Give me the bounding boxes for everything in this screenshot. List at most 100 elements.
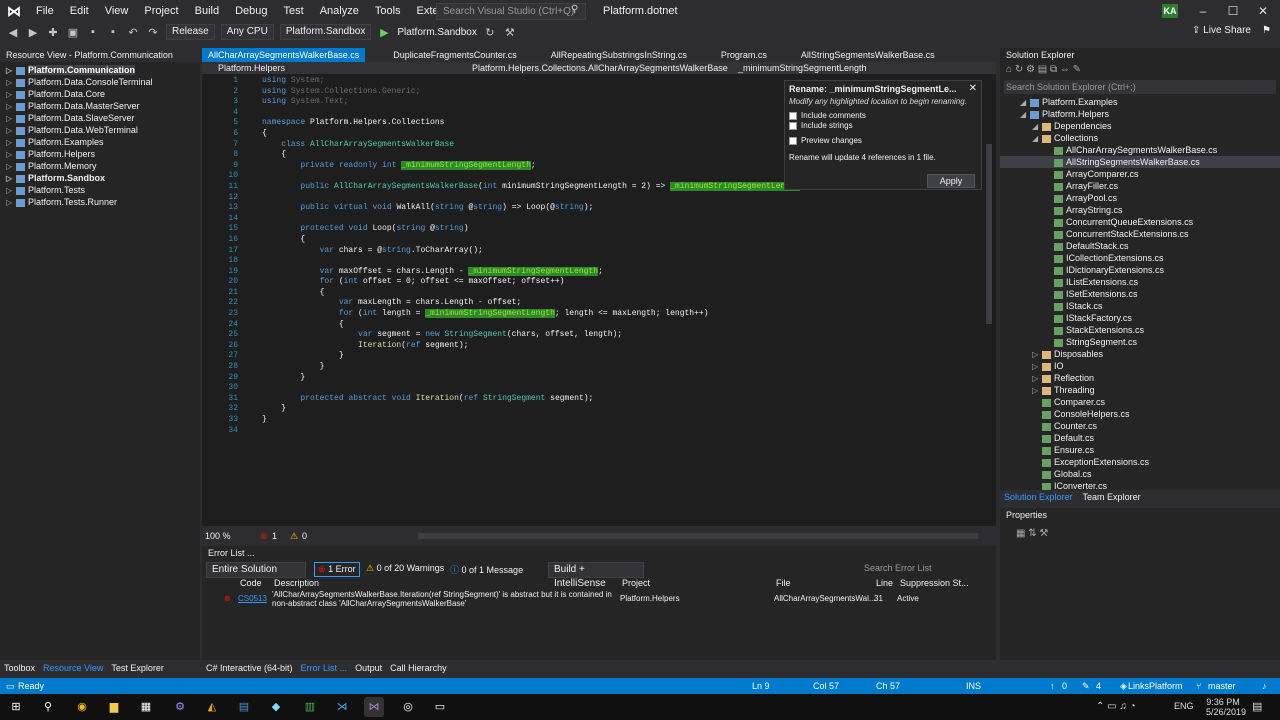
- code-text[interactable]: }: [238, 351, 344, 360]
- code-text[interactable]: var maxLength = chars.Length - offset;: [238, 298, 521, 307]
- resource-tree-item[interactable]: ▷ Platform.Data.MasterServer: [6, 100, 200, 112]
- column-header[interactable]: File: [776, 578, 791, 588]
- resource-tree-item[interactable]: ▷ Platform.Examples: [6, 136, 200, 148]
- code-line[interactable]: 33}: [202, 415, 996, 426]
- close-button[interactable]: ✕: [1248, 2, 1278, 20]
- live-share-button[interactable]: ⇪ Live Share: [1192, 25, 1251, 36]
- menu-item-file[interactable]: File: [28, 0, 62, 22]
- code-line[interactable]: 14: [202, 214, 996, 225]
- column-header[interactable]: Project: [622, 578, 650, 588]
- menu-item-tools[interactable]: Tools: [367, 0, 409, 22]
- solution-tree-item[interactable]: ◢ Collections: [1000, 132, 1280, 144]
- clock[interactable]: 9:36 PM 5/26/2019: [1206, 697, 1246, 717]
- run-button[interactable]: Platform.Sandbox: [397, 27, 477, 38]
- code-line[interactable]: 13 public virtual void WalkAll(string @s…: [202, 203, 996, 214]
- table-row[interactable]: ⊗ CS0513 'AllCharArraySegmentsWalkerBase…: [202, 590, 996, 614]
- code-line[interactable]: 16 {: [202, 235, 996, 246]
- code-text[interactable]: {: [238, 150, 286, 159]
- solution-tree-item[interactable]: ConsoleHelpers.cs: [1000, 408, 1280, 420]
- platform-dropdown[interactable]: Any CPU: [220, 24, 274, 40]
- branch-icon[interactable]: ⑂: [1196, 678, 1201, 694]
- code-text[interactable]: protected void Loop(string @string): [238, 224, 468, 233]
- column-header[interactable]: Line: [876, 578, 893, 588]
- code-text[interactable]: }: [238, 362, 325, 371]
- code-text[interactable]: }: [238, 404, 286, 413]
- maximize-button[interactable]: ☐: [1218, 2, 1248, 20]
- code-text[interactable]: var maxOffset = chars.Length - _minimumS…: [238, 266, 603, 276]
- column-header[interactable]: Description: [274, 578, 319, 588]
- code-text[interactable]: for (int offset = 0; offset <= maxOffset…: [238, 277, 565, 286]
- search-icon[interactable]: ⚲: [571, 4, 578, 15]
- solution-tree-item[interactable]: AllCharArraySegmentsWalkerBase.cs: [1000, 144, 1280, 156]
- code-text[interactable]: {: [238, 288, 325, 297]
- tab-resource-view[interactable]: Resource View: [43, 660, 103, 676]
- solution-tree-item[interactable]: ExceptionExtensions.cs: [1000, 456, 1280, 468]
- code-text[interactable]: using System;: [238, 76, 324, 85]
- checkbox[interactable]: [789, 111, 797, 120]
- zoom-level[interactable]: 100 %: [205, 530, 231, 542]
- solution-tree-item[interactable]: IDictionaryExtensions.cs: [1000, 264, 1280, 276]
- solution-tree-item[interactable]: DefaultStack.cs: [1000, 240, 1280, 252]
- status-repo[interactable]: LinksPlatform: [1128, 678, 1183, 694]
- messages-filter-button[interactable]: ⓘ 0 of 1 Message: [450, 563, 523, 576]
- resource-tree-item[interactable]: ▷ Platform.Tests.Runner: [6, 196, 200, 208]
- solution-tree-item[interactable]: ◢ Platform.Helpers: [1000, 108, 1280, 120]
- new-project-icon[interactable]: ✚: [46, 26, 60, 39]
- resource-tree-item[interactable]: ▷ Platform.Data.Core: [6, 88, 200, 100]
- code-text[interactable]: private readonly int _minimumStringSegme…: [238, 160, 536, 170]
- apply-button[interactable]: Apply: [927, 174, 975, 188]
- solution-tree-item[interactable]: IStack.cs: [1000, 300, 1280, 312]
- chrome-icon[interactable]: ◉: [72, 697, 92, 717]
- solution-tree-item[interactable]: StackExtensions.cs: [1000, 324, 1280, 336]
- code-line[interactable]: 30: [202, 383, 996, 394]
- checkbox[interactable]: [789, 121, 797, 130]
- tab-team-explorer[interactable]: Team Explorer: [1083, 492, 1141, 502]
- code-text[interactable]: class AllCharArraySegmentsWalkerBase: [238, 140, 454, 149]
- tab-allrepeatingsubstringsinstring-cs[interactable]: AllRepeatingSubstringsInString.cs: [545, 48, 693, 62]
- menu-item-view[interactable]: View: [97, 0, 137, 22]
- app-icon[interactable]: ◭: [202, 697, 222, 717]
- code-text[interactable]: public AllCharArraySegmentsWalkerBase(in…: [238, 181, 800, 191]
- tool-icon[interactable]: ⚒: [503, 26, 517, 39]
- code-line[interactable]: 27 }: [202, 351, 996, 362]
- solution-tree-item[interactable]: Default.cs: [1000, 432, 1280, 444]
- tab-toolbox[interactable]: Toolbox: [4, 660, 35, 676]
- solution-tree-item[interactable]: ArrayFiller.cs: [1000, 180, 1280, 192]
- code-text[interactable]: [238, 108, 262, 117]
- column-header[interactable]: Suppression St...: [900, 578, 969, 588]
- code-text[interactable]: [238, 214, 262, 223]
- solution-tree-item[interactable]: Ensure.cs: [1000, 444, 1280, 456]
- error-count[interactable]: 1: [272, 530, 277, 542]
- solution-tree-item[interactable]: Comparer.cs: [1000, 396, 1280, 408]
- solution-tree-item[interactable]: ArrayPool.cs: [1000, 192, 1280, 204]
- warnings-filter-button[interactable]: ⚠ 0 of 20 Warnings: [366, 563, 444, 574]
- solution-tree-item[interactable]: ▷ Threading: [1000, 384, 1280, 396]
- run-icon[interactable]: ▶: [377, 26, 391, 39]
- errors-filter-button[interactable]: ⊗ 1 Error: [314, 562, 360, 577]
- configuration-dropdown[interactable]: Release: [166, 24, 215, 40]
- code-line[interactable]: 25 var segment = new StringSegment(chars…: [202, 330, 996, 341]
- solution-tree-item[interactable]: StringSegment.cs: [1000, 336, 1280, 348]
- menu-item-analyze[interactable]: Analyze: [312, 0, 367, 22]
- solution-tree-item[interactable]: ◢ Dependencies: [1000, 120, 1280, 132]
- warning-count[interactable]: 0: [302, 530, 307, 542]
- calculator-icon[interactable]: ▦: [136, 697, 156, 717]
- solution-tree-item[interactable]: ArrayString.cs: [1000, 204, 1280, 216]
- preview-changes-option[interactable]: Preview changes: [785, 131, 981, 145]
- solution-search-input[interactable]: Search Solution Explorer (Ctrl+;): [1004, 80, 1276, 94]
- code-text[interactable]: public virtual void WalkAll(string @stri…: [238, 203, 593, 212]
- code-line[interactable]: 18: [202, 256, 996, 267]
- code-text[interactable]: protected abstract void Iteration(ref St…: [238, 394, 593, 403]
- code-line[interactable]: 24 {: [202, 320, 996, 331]
- search-icon[interactable]: ⚲: [38, 697, 58, 717]
- code-text[interactable]: for (int length = _minimumStringSegmentL…: [238, 309, 709, 319]
- code-text[interactable]: {: [238, 235, 305, 244]
- windows-start-icon[interactable]: ⊞: [6, 697, 26, 717]
- status-edits[interactable]: 4: [1096, 678, 1101, 694]
- solution-tree-item[interactable]: IStackFactory.cs: [1000, 312, 1280, 324]
- file-explorer-icon[interactable]: ▆: [104, 697, 124, 717]
- tab-output[interactable]: Output: [355, 660, 382, 676]
- nav-member[interactable]: _minimumStringSegmentLength: [738, 62, 867, 74]
- vertical-scrollbar[interactable]: [984, 74, 994, 526]
- code-line[interactable]: 19 var maxOffset = chars.Length - _minim…: [202, 266, 996, 278]
